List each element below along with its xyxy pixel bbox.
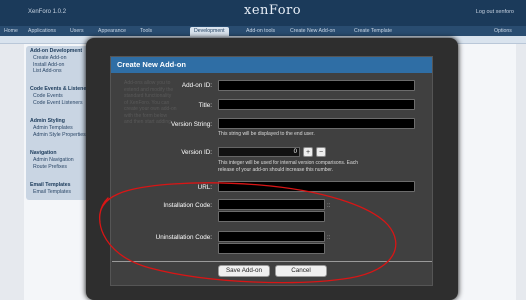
red-annotation-circle — [98, 182, 397, 284]
